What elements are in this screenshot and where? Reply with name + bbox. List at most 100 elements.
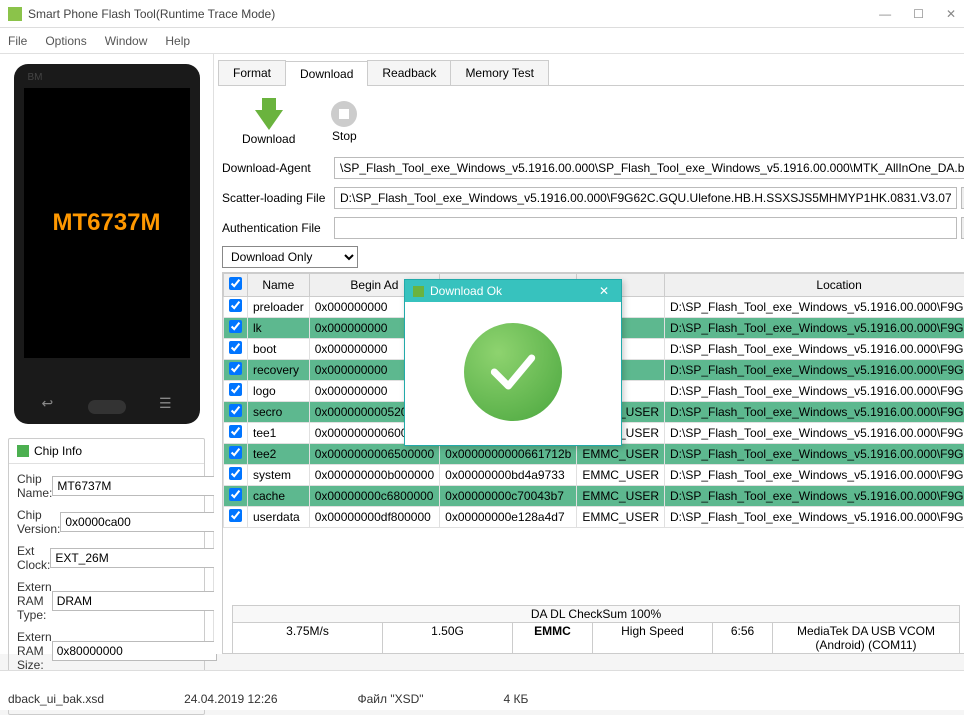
chip-name-field[interactable] [52,476,217,496]
stop-button[interactable]: Stop [331,101,357,143]
row-check[interactable] [229,425,242,438]
menu-options[interactable]: Options [45,34,86,48]
cell-location: D:\SP_Flash_Tool_exe_Windows_v5.1916.00.… [665,339,964,360]
da-field[interactable] [334,157,964,179]
download-mode-select[interactable]: Download Only [222,246,358,268]
row-check[interactable] [229,446,242,459]
row-check[interactable] [229,509,242,522]
stop-icon [331,101,357,127]
chip-info-title: Chip Info [34,444,82,458]
cell-end: 0x0000000000661712b [440,444,577,465]
scatter-label: Scatter-loading File [222,191,330,205]
ext-clock-field[interactable] [50,548,215,568]
ram-type-field[interactable] [52,591,217,611]
cell-location: D:\SP_Flash_Tool_exe_Windows_v5.1916.00.… [665,402,964,423]
scatter-field[interactable] [334,187,957,209]
cell-end: 0x00000000c70043b7 [440,486,577,507]
cell-name: tee1 [248,423,310,444]
cell-location: D:\SP_Flash_Tool_exe_Windows_v5.1916.00.… [665,318,964,339]
footer-size: 4 КБ [504,692,529,706]
cell-name: secro [248,402,310,423]
menu-file[interactable]: File [8,34,27,48]
tab-readback[interactable]: Readback [367,60,451,85]
toolbar: Download Stop [218,86,964,156]
cell-location: D:\SP_Flash_Tool_exe_Windows_v5.1916.00.… [665,486,964,507]
cell-location: D:\SP_Flash_Tool_exe_Windows_v5.1916.00.… [665,381,964,402]
chip-name-label: Chip Name: [17,472,52,500]
ram-type-label: Extern RAM Type: [17,580,52,622]
auth-field[interactable] [334,217,957,239]
cell-begin: 0x00000000c6800000 [309,486,439,507]
cell-location: D:\SP_Flash_Tool_exe_Windows_v5.1916.00.… [665,507,964,528]
dialog-icon [413,286,424,297]
chip-icon [17,445,29,457]
phone-screen: MT6737M [24,88,190,358]
ram-size-field[interactable] [52,641,217,661]
col-check[interactable] [224,274,248,297]
table-row[interactable]: userdata 0x00000000df800000 0x00000000e1… [224,507,964,528]
minimize-button[interactable]: — [879,7,891,21]
cell-begin: 0x000000000b000000 [309,465,439,486]
cell-end: 0x00000000bd4a9733 [440,465,577,486]
menu-help[interactable]: Help [165,34,190,48]
maximize-button[interactable]: ☐ [913,7,924,21]
row-check[interactable] [229,299,242,312]
row-check[interactable] [229,467,242,480]
window-title: Smart Phone Flash Tool(Runtime Trace Mod… [28,7,879,21]
close-button[interactable]: ✕ [946,7,956,21]
table-row[interactable]: tee2 0x0000000006500000 0x00000000006617… [224,444,964,465]
cell-name: recovery [248,360,310,381]
back-icon: ↩ [42,395,54,412]
cell-location: D:\SP_Flash_Tool_exe_Windows_v5.1916.00.… [665,423,964,444]
phone-bm-label: BM [28,72,43,83]
chip-version-field[interactable] [60,512,225,532]
download-label: Download [242,132,295,146]
tab-download[interactable]: Download [285,61,368,86]
cell-region: EMMC_USER [577,486,665,507]
row-check[interactable] [229,488,242,501]
dialog-close-button[interactable]: ✕ [595,284,613,298]
footer-file: dback_ui_bak.xsd [8,692,104,706]
cell-name: boot [248,339,310,360]
row-check[interactable] [229,320,242,333]
cell-region: EMMC_USER [577,465,665,486]
cell-end: 0x00000000e128a4d7 [440,507,577,528]
cell-location: D:\SP_Flash_Tool_exe_Windows_v5.1916.00.… [665,297,964,318]
ram-size-label: Extern RAM Size: [17,630,52,672]
menu-window[interactable]: Window [105,34,148,48]
home-button-icon [88,400,126,414]
cell-name: cache [248,486,310,507]
row-check[interactable] [229,383,242,396]
status-time: 6:56 [713,623,773,653]
status-storage: EMMC [513,623,593,653]
row-check[interactable] [229,341,242,354]
tab-memory[interactable]: Memory Test [450,60,548,85]
footer-type: Файл "XSD" [358,692,424,706]
title-bar: Smart Phone Flash Tool(Runtime Trace Mod… [0,0,964,28]
download-arrow-icon [255,110,283,130]
stop-label: Stop [332,129,357,143]
cell-name: userdata [248,507,310,528]
checkmark-icon [464,323,562,421]
recent-icon: ☰ [159,395,172,412]
dialog-title: Download Ok [430,284,502,298]
col-location: Location [665,274,964,297]
cell-name: system [248,465,310,486]
status-port: MediaTek DA USB VCOM (Android) (COM11) [773,623,959,653]
cell-region: EMMC_USER [577,507,665,528]
check-all[interactable] [229,277,242,290]
window-controls: — ☐ ✕ [879,7,956,21]
tabs: Format Download Readback Memory Test [218,60,964,86]
tab-format[interactable]: Format [218,60,286,85]
explorer-footer: dback_ui_bak.xsd 24.04.2019 12:26 Файл "… [0,670,964,710]
table-row[interactable]: cache 0x00000000c6800000 0x00000000c7004… [224,486,964,507]
table-row[interactable]: system 0x000000000b000000 0x00000000bd4a… [224,465,964,486]
cell-location: D:\SP_Flash_Tool_exe_Windows_v5.1916.00.… [665,444,964,465]
status-size: 1.50G [383,623,513,653]
row-check[interactable] [229,404,242,417]
download-button[interactable]: Download [242,98,295,146]
app-icon [8,7,22,21]
row-check[interactable] [229,362,242,375]
download-ok-dialog: Download Ok ✕ [404,279,622,446]
phone-illustration: BM MT6737M ↩ ☰ [14,64,200,424]
